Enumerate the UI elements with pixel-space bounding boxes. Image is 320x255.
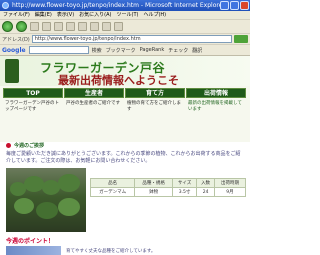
search-icon[interactable]	[66, 22, 75, 31]
nav-shipping-label[interactable]: 出荷情報	[186, 88, 246, 98]
print-icon[interactable]	[114, 22, 123, 31]
forward-button[interactable]	[16, 21, 27, 32]
menu-file[interactable]: ファイル(F)	[3, 11, 30, 19]
back-button[interactable]	[2, 21, 13, 32]
site-nav: TOP フラワーガーデン戸谷のトップページです 生産者 戸谷の生産者のご紹介です…	[0, 86, 250, 142]
window-title: http://www.flower-toyo.jp/tenpo/index.ht…	[12, 2, 225, 9]
nav-producer[interactable]: 生産者 戸谷の生産者のご紹介です	[64, 88, 124, 107]
site-header: フラワーガーデン戸谷 最新出荷情報へようこそ	[0, 56, 250, 87]
google-toolbar-items: 検索 ブックマーク PageRank チェック 翻訳	[92, 47, 203, 54]
address-bar: アドレス(D) http://www.flower-toyo.jp/tenpo/…	[0, 34, 250, 45]
page-content: フラワーガーデン戸谷 最新出荷情報へようこそ TOP フラワーガーデン戸谷のトッ…	[0, 56, 250, 255]
cell-name: ガーデンマム	[89, 187, 136, 197]
google-translate-button[interactable]: 翻訳	[192, 47, 202, 54]
menu-favorites[interactable]: お気に入り(A)	[79, 11, 111, 19]
history-icon[interactable]	[90, 22, 99, 31]
nav-top[interactable]: TOP フラワーガーデン戸谷のトップページです	[3, 88, 63, 113]
bullet-icon	[6, 143, 11, 148]
greeting-heading: 今週のご挨拶	[6, 142, 44, 149]
shipping-table: 品名 品種・規格 サイズ 入数 出荷時期 ガーデンマム 鉢物 3.5寸 24 9…	[89, 178, 247, 197]
nav-top-desc: フラワーガーデン戸谷のトップページです	[5, 101, 59, 112]
recommend-heading: 今週のポイント！	[6, 238, 55, 245]
nav-producer-desc: 戸谷の生産者のご紹介です	[66, 101, 120, 106]
toolbar	[0, 20, 250, 34]
table-row: ガーデンマム 鉢物 3.5寸 24 9月	[89, 187, 247, 197]
google-bookmark-button[interactable]: ブックマーク	[106, 47, 136, 54]
col-variety: 品種・規格	[134, 178, 174, 188]
cell-variety: 鉢物	[134, 187, 174, 197]
menu-help[interactable]: ヘルプ(H)	[143, 11, 166, 19]
table-header-row: 品名 品種・規格 サイズ 入数 出荷時期	[89, 178, 247, 188]
col-period: 出荷時期	[213, 178, 247, 188]
site-logo	[5, 59, 19, 83]
menu-tools[interactable]: ツール(T)	[117, 11, 139, 19]
address-input[interactable]: http://www.flower-toyo.jp/tenpo/index.ht…	[31, 35, 232, 43]
recommend-photo	[6, 246, 61, 255]
cell-period: 9月	[213, 187, 247, 197]
google-toolbar: Google 検索 ブックマーク PageRank チェック 翻訳	[0, 45, 250, 56]
stop-icon[interactable]	[30, 22, 39, 31]
cell-size: 3.5寸	[172, 187, 198, 197]
nav-howto-desc: 植物の育て方をご紹介します	[127, 101, 181, 112]
maximize-button[interactable]	[230, 1, 239, 10]
col-name: 品名	[89, 178, 136, 188]
product-photo	[6, 168, 86, 232]
close-button[interactable]	[240, 1, 249, 10]
col-qty: 入数	[196, 178, 215, 188]
nav-producer-label[interactable]: 生産者	[64, 88, 124, 98]
cell-qty: 24	[196, 187, 215, 197]
home-icon[interactable]	[54, 22, 63, 31]
nav-howto[interactable]: 育て方 植物の育て方をご紹介します	[125, 88, 185, 113]
address-label: アドレス(D)	[2, 36, 30, 43]
google-search-button[interactable]: 検索	[92, 47, 102, 54]
nav-shipping[interactable]: 出荷情報 最新の出荷情報を掲載しています	[186, 88, 246, 113]
window-titlebar: http://www.flower-toyo.jp/tenpo/index.ht…	[0, 0, 250, 11]
nav-top-label[interactable]: TOP	[3, 88, 63, 98]
menu-view[interactable]: 表示(V)	[57, 11, 74, 19]
nav-shipping-desc: 最新の出荷情報を掲載しています	[188, 101, 242, 112]
minimize-button[interactable]	[220, 1, 229, 10]
menu-edit[interactable]: 編集(E)	[35, 11, 52, 19]
favorites-icon[interactable]	[78, 22, 87, 31]
greeting-body: 毎度ご愛顧いただき誠にありがとうございます。これからの季節の植物、これからお出荷…	[6, 151, 241, 164]
ie-icon	[2, 2, 9, 9]
refresh-icon[interactable]	[42, 22, 51, 31]
window-controls	[220, 1, 249, 10]
google-pagerank[interactable]: PageRank	[140, 47, 165, 54]
recommend-text: 育てやすく丈夫な品種をご紹介しています。	[66, 249, 156, 254]
google-check-button[interactable]: チェック	[168, 47, 188, 54]
nav-howto-label[interactable]: 育て方	[125, 88, 185, 98]
menu-bar: ファイル(F) 編集(E) 表示(V) お気に入り(A) ツール(T) ヘルプ(…	[0, 11, 250, 20]
col-size: サイズ	[172, 178, 198, 188]
greeting-heading-text: 今週のご挨拶	[14, 143, 45, 149]
go-button[interactable]	[234, 35, 248, 43]
google-logo: Google	[2, 46, 26, 54]
google-search-input[interactable]	[28, 46, 89, 54]
mail-icon[interactable]	[102, 22, 111, 31]
